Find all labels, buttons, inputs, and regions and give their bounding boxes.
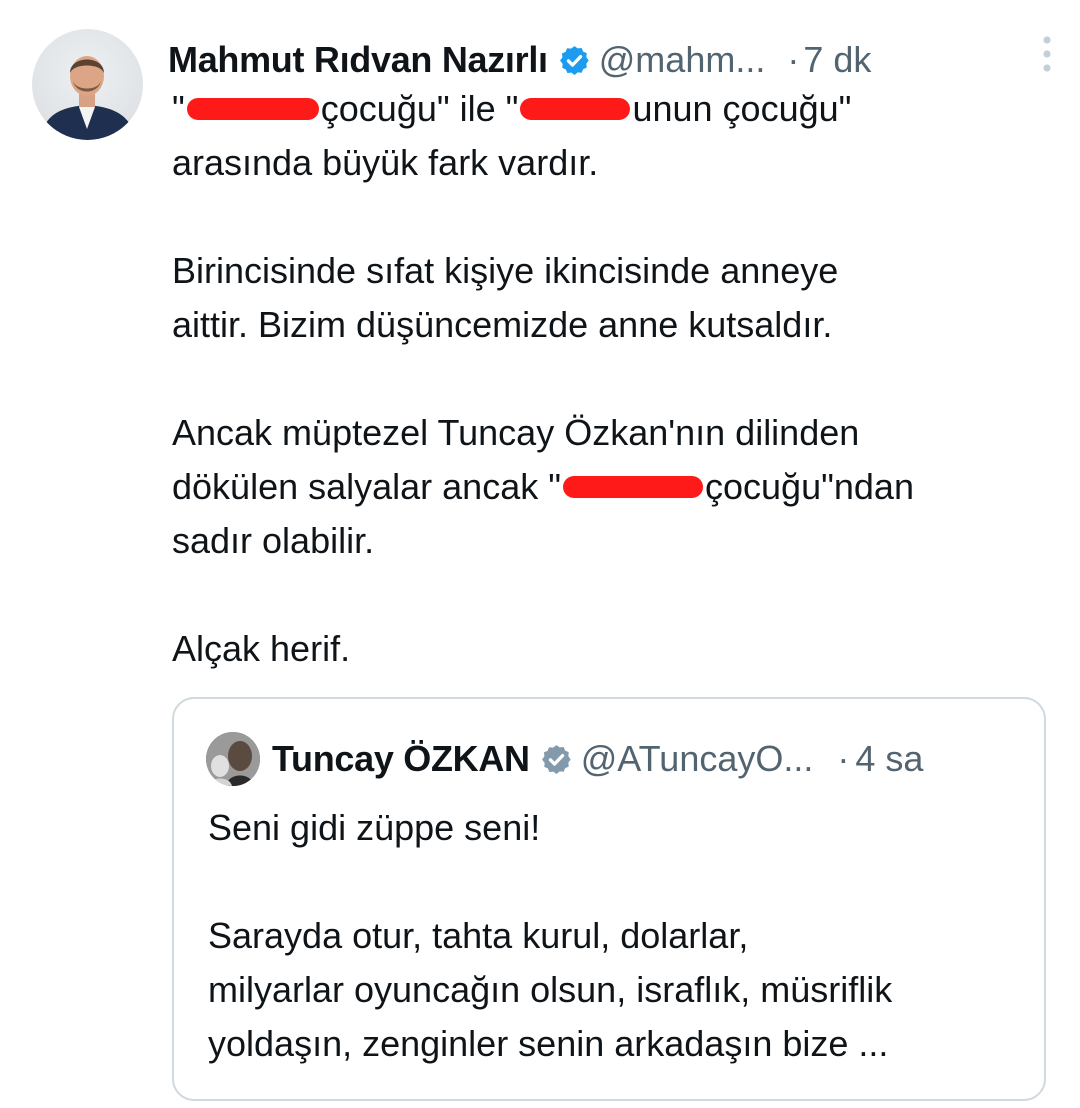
tweet-header: Mahmut Rıdvan Nazırlı @mahm... · 7 dk — [168, 36, 1060, 81]
quoted-tweet-text: Seni gidi züppe seni! Sarayda otur, taht… — [208, 801, 1028, 1071]
redaction-mark — [563, 476, 704, 499]
tweet-line: Alçak herif. — [172, 628, 351, 669]
separator-dot: · — [837, 738, 850, 779]
redaction-mark — [186, 98, 319, 121]
author-avatar-image — [40, 56, 136, 140]
tweet-line: aittir. Bizim düşüncemizde anne kutsaldı… — [172, 304, 833, 345]
tweet-line: yoldaşın, zenginler senin arkadaşın bize… — [208, 1023, 889, 1064]
tweet-line: arasında büyük fark vardır. — [172, 142, 599, 183]
tweet-line: Ancak müptezel Tuncay Özkan'nın dilinden — [172, 412, 860, 453]
quoted-tweet-card[interactable]: Tuncay ÖZKAN @ATuncayO... · 4 sa Seni gi… — [172, 697, 1046, 1101]
tweet-text: " çocuğu" ile " unun çocuğu" arasında büyü… — [172, 82, 1052, 676]
text-fragment: çocuğu" ile " — [320, 88, 519, 129]
quoted-tweet-header: Tuncay ÖZKAN @ATuncayO... · 4 sa — [206, 732, 1014, 786]
quoted-author-handle[interactable]: @ATuncayO... — [581, 738, 814, 780]
tweet-line: milyarlar oyuncağın olsun, israflık, müs… — [208, 969, 893, 1010]
text-fragment: " — [172, 88, 185, 129]
quoted-author-name[interactable]: Tuncay ÖZKAN — [272, 738, 530, 780]
redaction-mark — [520, 98, 631, 121]
quoted-author-avatar-image — [206, 732, 260, 786]
verified-badge-icon — [540, 743, 573, 776]
tweet-line: Sarayda otur, tahta kurul, dolarlar, — [208, 915, 749, 956]
text-fragment: unun çocuğu" — [632, 88, 852, 129]
author-name[interactable]: Mahmut Rıdvan Nazırlı — [168, 39, 548, 81]
tweet-line: sadır olabilir. — [172, 520, 375, 561]
tweet-line: " çocuğu" ile " unun çocuğu" — [172, 82, 1052, 136]
tweet-line: dökülen salyalar ancak " çocuğu"ndan — [172, 460, 1052, 514]
tweet-timestamp[interactable]: 7 dk — [803, 39, 871, 81]
separator-dot: · — [787, 39, 800, 80]
verified-badge-icon — [558, 44, 591, 77]
quoted-tweet-timestamp[interactable]: 4 sa — [855, 738, 923, 780]
author-avatar[interactable] — [32, 29, 143, 140]
quoted-author-avatar[interactable] — [206, 732, 260, 786]
author-handle[interactable]: @mahm... — [599, 39, 766, 81]
tweet-line: Seni gidi züppe seni! — [208, 807, 541, 848]
text-fragment: çocuğu"ndan — [705, 466, 914, 507]
text-fragment: dökülen salyalar ancak " — [172, 466, 562, 507]
more-options-icon[interactable] — [1034, 34, 1060, 82]
tweet-line: Birincisinde sıfat kişiye ikincisinde an… — [172, 250, 839, 291]
